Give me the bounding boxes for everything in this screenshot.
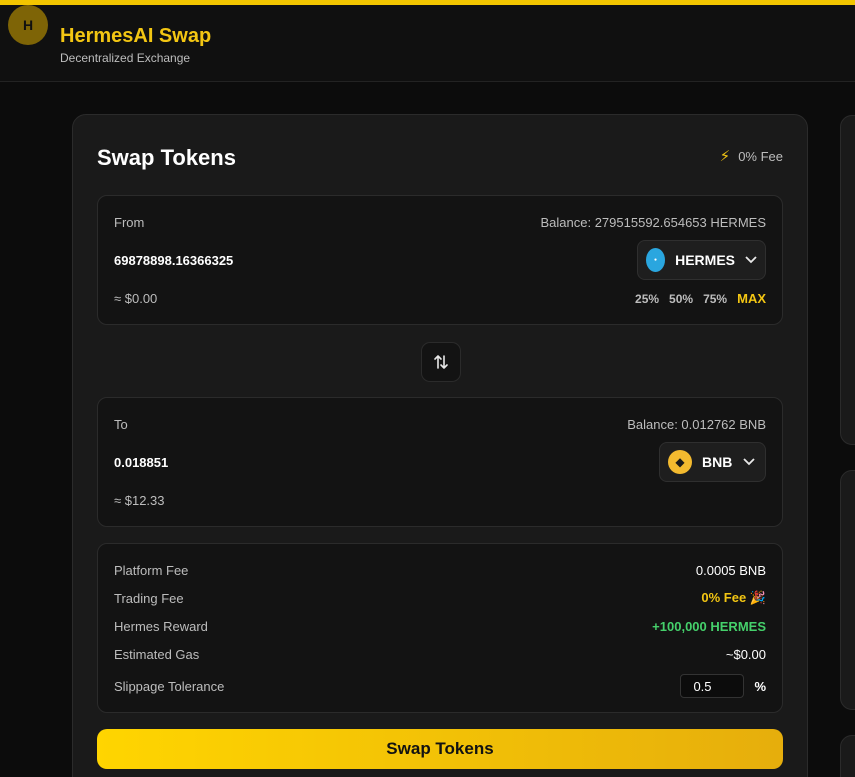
app-title: HermesAI Swap [60,25,212,47]
slippage-control: % [680,674,766,698]
from-amount-input[interactable]: 69878898.16366325 [114,253,233,268]
swap-tokens-button[interactable]: Swap Tokens [97,729,783,769]
to-token-select[interactable]: ◆ BNB [659,442,766,482]
side-panel [840,470,855,710]
fee-badge: ⚡ 0% Fee [720,147,783,165]
slippage-unit: % [754,678,766,694]
trading-fee-label: Trading Fee [114,590,184,606]
percent-50-button[interactable]: 50% [669,292,693,306]
estimated-gas-value: ~$0.00 [725,646,766,662]
estimated-gas-row: Estimated Gas ~$0.00 [114,644,766,664]
side-panel [840,735,855,777]
chevron-down-icon [745,253,757,267]
from-panel: From Balance: 279515592.654653 HERMES 69… [97,195,783,325]
max-button[interactable]: MAX [737,291,766,306]
fee-details-panel: Platform Fee 0.0005 BNB Trading Fee 0% F… [97,543,783,713]
from-label: From [114,215,145,230]
from-balance: Balance: 279515592.654653 HERMES [540,215,767,230]
logo-icon: H [8,5,48,45]
to-label: To [114,417,128,432]
hermes-token-icon: ● [646,248,666,272]
app-subtitle: Decentralized Exchange [60,51,191,65]
to-panel: To Balance: 0.012762 BNB 0.018851 ◆ BNB … [97,397,783,527]
slippage-label: Slippage Tolerance [114,678,225,694]
trading-fee-row: Trading Fee 0% Fee 🎉 [114,588,766,608]
swap-arrows-icon [434,355,448,369]
chevron-down-icon [742,455,756,469]
swap-card-title: Swap Tokens [97,145,236,170]
bnb-token-icon: ◆ [668,450,692,474]
slippage-input[interactable] [680,674,745,698]
from-token-select[interactable]: ● HERMES [637,240,766,280]
estimated-gas-label: Estimated Gas [114,646,200,662]
from-usd-value: ≈ $0.00 [114,291,158,306]
to-amount-output: 0.018851 [114,455,169,470]
from-token-name: HERMES [675,252,735,268]
hermes-reward-label: Hermes Reward [114,618,208,634]
to-balance: Balance: 0.012762 BNB [627,417,766,432]
to-usd-value: ≈ $12.33 [114,493,165,508]
app-header: H HermesAI Swap Decentralized Exchange [0,5,855,82]
side-panel [840,115,855,445]
lightning-icon: ⚡ [719,148,731,165]
slippage-row: Slippage Tolerance % [114,674,766,698]
to-token-name: BNB [702,454,733,470]
swap-card: Swap Tokens ⚡ 0% Fee From Balance: 27951… [72,114,808,777]
platform-fee-value: 0.0005 BNB [695,562,766,578]
platform-fee-row: Platform Fee 0.0005 BNB [114,560,766,580]
hermes-reward-row: Hermes Reward +100,000 HERMES [114,616,766,636]
swap-direction-button[interactable] [421,342,461,382]
platform-fee-label: Platform Fee [114,562,189,578]
percent-75-button[interactable]: 75% [703,292,727,306]
trading-fee-value: 0% Fee 🎉 [701,590,766,605]
percent-buttons: 25% 50% 75% MAX [635,291,766,306]
percent-25-button[interactable]: 25% [635,292,659,306]
hermes-reward-value: +100,000 HERMES [652,618,766,634]
fee-badge-label: 0% Fee [738,148,783,164]
